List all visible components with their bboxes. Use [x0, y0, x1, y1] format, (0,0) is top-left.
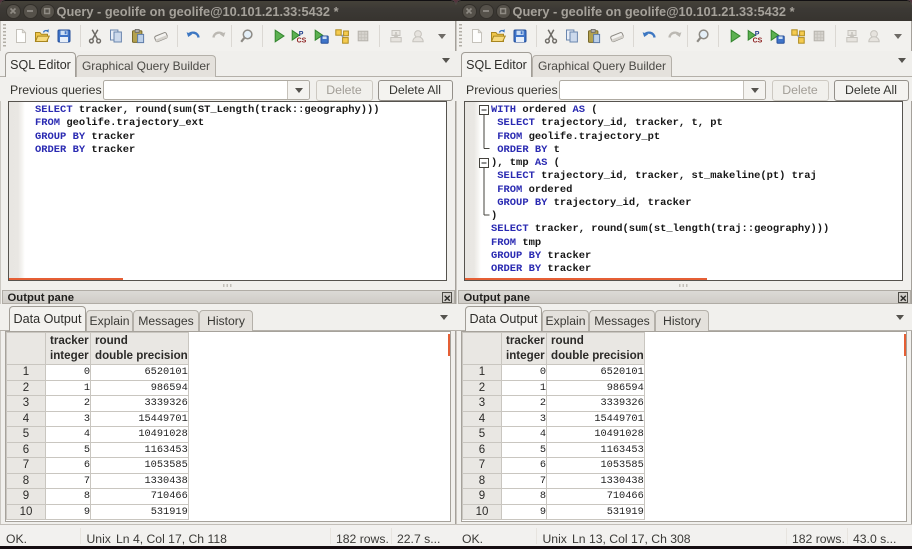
svg-text:CS: CS — [753, 37, 762, 44]
svg-text:CS: CS — [297, 37, 306, 44]
